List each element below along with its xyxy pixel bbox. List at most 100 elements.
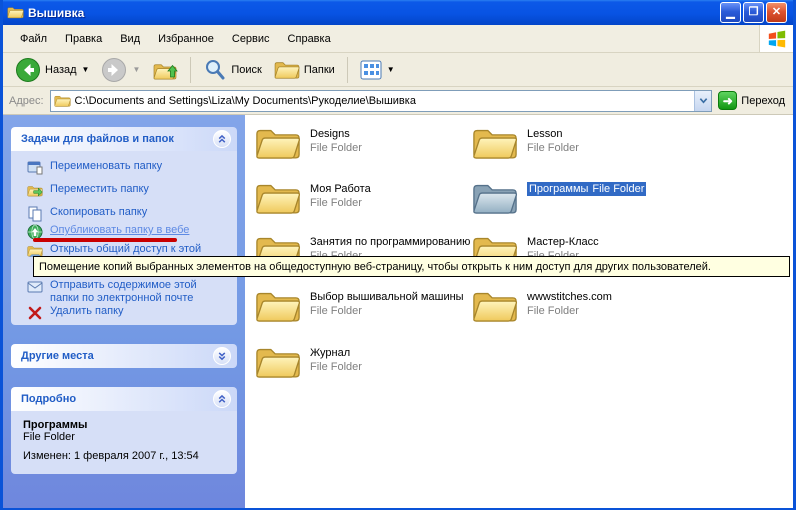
menu-tools[interactable]: Сервис [223,30,279,48]
maximize-button[interactable]: ❐ [743,2,764,23]
search-icon [203,58,227,82]
details-modified: Изменен: 1 февраля 2007 г., 13:54 [23,450,237,462]
views-dropdown-icon[interactable]: ▼ [387,65,395,74]
folder-type: File Folder [310,360,362,374]
address-path[interactable]: C:\Documents and Settings\Liza\My Docume… [75,95,416,107]
address-bar: Адрес: C:\Documents and Settings\Liza\My… [3,87,793,115]
windows-logo [759,25,793,52]
search-button[interactable]: Поиск [199,56,265,84]
task-email-folder[interactable]: Отправить содержимое этой папки по элект… [27,279,223,305]
up-button[interactable] [148,56,182,84]
folder-icon [255,288,301,325]
folder-type: File Folder [310,141,362,155]
details-body: Программы File Folder Изменен: 1 февраля… [11,411,237,474]
folder-icon [255,180,301,217]
move-folder-icon [27,183,43,199]
folder-type: File Folder [527,141,579,155]
content-area: Задачи для файлов и папок Переименовать … [3,115,793,508]
title-bar[interactable]: Вышивка ▁ ❐ ✕ [3,0,793,25]
task-label: Переместить папку [50,183,149,196]
up-folder-icon [152,58,178,82]
details-header[interactable]: Подробно [11,387,237,411]
task-move-folder[interactable]: Переместить папку [27,183,223,199]
menu-file[interactable]: Файл [11,30,56,48]
address-dropdown-button[interactable] [694,91,711,111]
close-button[interactable]: ✕ [766,2,787,23]
folder-tile-lesson[interactable]: LessonFile Folder [472,125,684,162]
menu-favorites[interactable]: Избранное [149,30,223,48]
back-button[interactable]: Назад ▼ [11,55,93,85]
forward-button[interactable]: ▼ [97,55,144,85]
back-icon [15,57,41,83]
chevron-down-icon [699,96,708,105]
folder-tile-programmy-selected[interactable]: ПрограммыFile Folder [472,180,684,217]
back-label: Назад [45,64,77,76]
folder-type: File Folder [310,196,371,210]
task-label: Переименовать папку [50,160,162,173]
task-label: Открыть общий доступ к этой [50,243,201,256]
file-list: DesignsFile Folder LessonFile Folder Моя… [245,115,793,508]
folder-type: File Folder [527,304,612,318]
folder-name: Designs [310,127,362,141]
back-dropdown-icon[interactable]: ▼ [82,65,90,74]
folder-icon [472,125,518,162]
minimize-button[interactable]: ▁ [720,2,741,23]
folder-name: wwwstitches.com [527,290,612,304]
collapse-chevron-icon[interactable] [213,390,231,408]
details-folder-name: Программы [23,419,237,431]
task-delete-folder[interactable]: Удалить папку [27,305,223,321]
folder-tile-designs[interactable]: DesignsFile Folder [255,125,467,162]
folder-name: Программы [527,182,590,196]
folder-name: Lesson [527,127,579,141]
folder-tile-zhurnal[interactable]: ЖурналFile Folder [255,344,467,381]
folder-icon [255,125,301,162]
menu-view[interactable]: Вид [111,30,149,48]
task-label: Скопировать папку [50,206,147,219]
tooltip-text: Помещение копий выбранных элементов на о… [39,261,711,273]
details-folder-type: File Folder [23,431,237,443]
menu-help[interactable]: Справка [279,30,340,48]
toolbar: Назад ▼ ▼ [3,53,793,87]
go-arrow-icon: ➜ [718,91,737,110]
tooltip: Помещение копий выбранных элементов на о… [33,256,790,277]
other-places-header[interactable]: Другие места [11,344,237,368]
windows-flag-icon [767,29,787,49]
collapse-chevron-icon[interactable] [213,130,231,148]
folder-tile-moya-rabota[interactable]: Моя РаботаFile Folder [255,180,467,217]
details-panel: Подробно Программы File Folder Изменен: … [11,387,237,474]
close-icon: ✕ [772,7,781,18]
screen: Вышивка ▁ ❐ ✕ Файл Правка Вид Избранное … [0,0,796,521]
go-button[interactable]: ➜ Переход [718,91,787,110]
email-icon [27,279,43,295]
delete-icon [27,305,43,321]
expand-chevron-icon[interactable] [213,347,231,365]
views-button[interactable]: ▼ [356,58,399,82]
address-label: Адрес: [9,95,44,107]
tasks-panel-header[interactable]: Задачи для файлов и папок [11,127,237,151]
address-combo[interactable]: C:\Documents and Settings\Liza\My Docume… [50,90,713,112]
folders-button[interactable]: Папки [270,57,339,83]
task-label: Опубликовать папку в вебе [50,224,189,237]
toolbar-separator [190,57,191,83]
forward-icon [101,57,127,83]
sidebar: Задачи для файлов и папок Переименовать … [3,115,245,508]
menu-edit[interactable]: Правка [56,30,111,48]
toolbar-separator [347,57,348,83]
other-places-panel: Другие места [11,344,237,368]
folder-icon-selected [472,180,518,217]
folder-tile-wwwstitches[interactable]: wwwstitches.comFile Folder [472,288,684,325]
task-rename-folder[interactable]: Переименовать папку [27,160,223,176]
task-label: Удалить папку [50,305,124,318]
details-title: Подробно [21,393,76,405]
folders-label: Папки [304,64,335,76]
tasks-panel: Задачи для файлов и папок Переименовать … [11,127,237,325]
menu-bar: Файл Правка Вид Избранное Сервис Справка [3,25,793,53]
folders-icon [274,59,300,81]
forward-dropdown-icon[interactable]: ▼ [132,65,140,74]
folder-name: Журнал [310,346,362,360]
address-folder-icon [54,94,71,108]
folder-icon [472,288,518,325]
task-copy-folder[interactable]: Скопировать папку [27,206,223,222]
folder-tile-vybor-mashiny[interactable]: Выбор вышивальной машиныFile Folder [255,288,467,325]
maximize-icon: ❐ [749,7,759,18]
